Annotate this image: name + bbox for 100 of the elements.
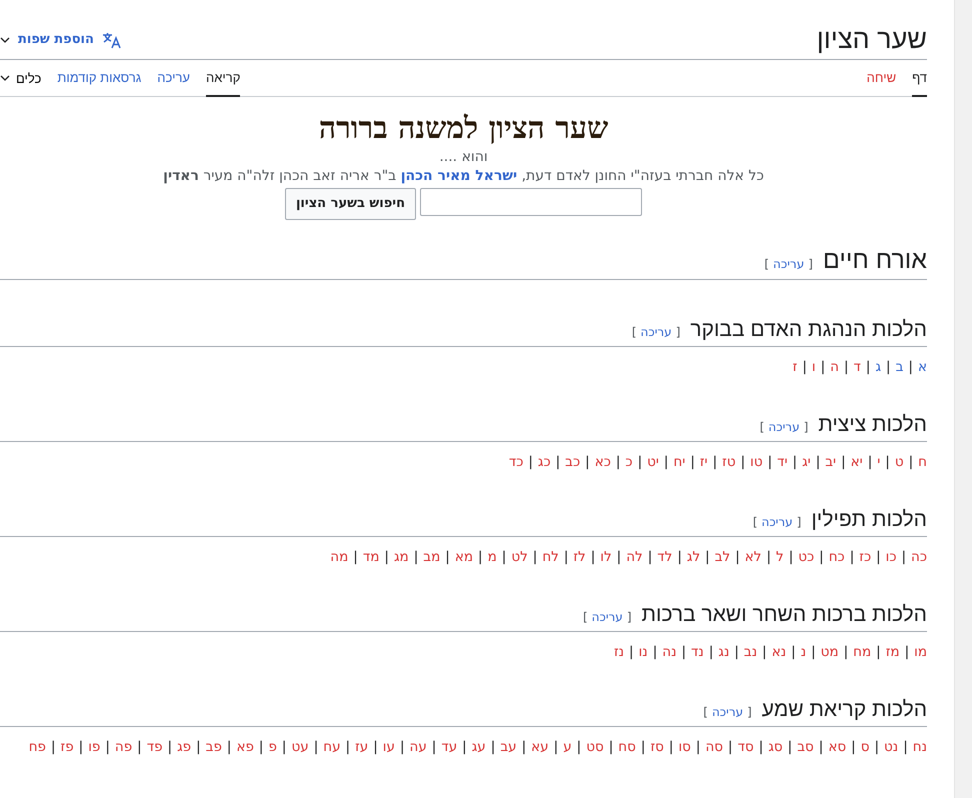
page-tab[interactable]: דף xyxy=(912,60,927,97)
chapter-link[interactable]: מח xyxy=(853,644,872,660)
author-link[interactable]: ישראל מאיר הכהן xyxy=(400,168,518,184)
chapter-link[interactable]: עה xyxy=(410,738,427,755)
edit-link[interactable]: עריכה xyxy=(768,420,800,434)
chapter-link[interactable]: כג xyxy=(538,454,551,470)
chapter-link[interactable]: עז xyxy=(355,738,368,755)
edit-link[interactable]: עריכה xyxy=(592,610,623,624)
chapter-link[interactable]: טו xyxy=(750,454,763,470)
chapter-link[interactable]: לא xyxy=(744,548,762,565)
chapter-link[interactable]: עא xyxy=(531,738,549,755)
chapter-link[interactable]: סז xyxy=(650,738,664,755)
chapter-link[interactable]: פג xyxy=(177,738,192,755)
chapter-link[interactable]: יא xyxy=(850,454,863,470)
chapter-link[interactable]: י xyxy=(877,454,880,470)
add-languages-button[interactable]: הוספת שפות xyxy=(0,30,122,48)
chapter-link[interactable]: כד xyxy=(508,454,524,470)
page-tab[interactable]: שיחה xyxy=(866,60,896,97)
chapter-link[interactable]: ג xyxy=(875,358,882,375)
chapter-link[interactable]: ע xyxy=(563,738,572,755)
chapter-link[interactable]: לז xyxy=(573,548,586,565)
chapter-link[interactable]: פה xyxy=(114,738,132,755)
chapter-link[interactable]: עד xyxy=(441,738,458,755)
chapter-link[interactable]: כב xyxy=(565,454,580,470)
chapter-link[interactable]: כט xyxy=(798,548,814,565)
chapter-link[interactable]: יב xyxy=(825,454,836,470)
chapter-link[interactable]: ו xyxy=(812,358,816,375)
edit-link[interactable]: עריכה xyxy=(773,256,804,271)
chapter-link[interactable]: עב xyxy=(500,738,517,755)
chapter-link[interactable]: נה xyxy=(662,644,676,660)
chapter-link[interactable]: כא xyxy=(594,454,611,470)
chapter-link[interactable]: ס xyxy=(860,738,870,755)
chapter-link[interactable]: נז xyxy=(614,644,624,660)
chapter-link[interactable]: ל xyxy=(776,548,784,565)
chapter-link[interactable]: ז xyxy=(792,358,798,375)
chapter-link[interactable]: לט xyxy=(511,548,528,565)
view-tab[interactable]: קריאה xyxy=(206,60,240,97)
view-tab[interactable]: גרסאות קודמות xyxy=(57,60,142,97)
edit-link[interactable]: עריכה xyxy=(762,514,793,529)
chapter-link[interactable]: כ xyxy=(625,454,633,470)
chapter-link[interactable]: נ xyxy=(800,644,806,660)
chapter-link[interactable]: יד xyxy=(777,454,788,470)
chapter-link[interactable]: סט xyxy=(586,738,604,755)
chapter-link[interactable]: סו xyxy=(678,738,691,755)
chapter-link[interactable]: מב xyxy=(423,548,440,565)
search-button[interactable]: חיפוש בשער הציון xyxy=(284,188,416,220)
chapter-link[interactable]: סה xyxy=(705,738,724,755)
chapter-link[interactable]: יז xyxy=(700,454,708,470)
tools-menu[interactable]: כלים xyxy=(0,60,42,96)
chapter-link[interactable]: נג xyxy=(718,644,730,660)
chapter-link[interactable]: עג xyxy=(472,738,486,755)
chapter-link[interactable]: יט xyxy=(647,454,659,470)
chapter-link[interactable]: לח xyxy=(542,548,559,565)
chapter-link[interactable]: מד xyxy=(362,548,380,565)
chapter-link[interactable]: עט xyxy=(291,738,309,755)
chapter-link[interactable]: מה xyxy=(330,548,348,565)
chapter-link[interactable]: ט xyxy=(894,454,904,470)
chapter-link[interactable]: ב xyxy=(896,358,904,375)
chapter-link[interactable]: לו xyxy=(600,548,612,565)
chapter-link[interactable]: נב xyxy=(744,644,758,660)
chapter-link[interactable]: א xyxy=(918,358,927,375)
chapter-link[interactable]: כו xyxy=(886,548,896,565)
chapter-link[interactable]: פו xyxy=(88,738,100,755)
chapter-link[interactable]: ד xyxy=(854,358,861,375)
chapter-link[interactable]: עח xyxy=(323,738,341,755)
chapter-link[interactable]: מג xyxy=(394,548,409,565)
chapter-link[interactable]: כה xyxy=(911,548,927,565)
chapter-link[interactable]: פב xyxy=(206,738,222,755)
chapter-link[interactable]: פז xyxy=(60,738,74,755)
chapter-link[interactable]: מז xyxy=(886,644,900,660)
chapter-link[interactable]: טז xyxy=(722,454,736,470)
chapter-link[interactable]: עו xyxy=(382,738,395,755)
chapter-link[interactable]: מט xyxy=(820,644,839,660)
chapter-link[interactable]: נט xyxy=(884,738,898,755)
scrollbar[interactable] xyxy=(954,0,972,798)
chapter-link[interactable]: פ xyxy=(268,738,277,755)
chapter-link[interactable]: נו xyxy=(638,644,648,660)
chapter-link[interactable]: סח xyxy=(618,738,636,755)
chapter-link[interactable]: סב xyxy=(797,738,814,755)
chapter-link[interactable]: לג xyxy=(686,548,700,565)
chapter-link[interactable]: יח xyxy=(673,454,686,470)
chapter-link[interactable]: מו xyxy=(914,644,927,660)
chapter-link[interactable]: פד xyxy=(146,738,163,755)
chapter-link[interactable]: פא xyxy=(236,738,254,755)
view-tab[interactable]: עריכה xyxy=(157,60,190,97)
edit-link[interactable]: עריכה xyxy=(640,324,672,339)
chapter-link[interactable]: פח xyxy=(28,738,46,755)
chapter-link[interactable]: ח xyxy=(918,454,927,470)
chapter-link[interactable]: לד xyxy=(657,548,672,565)
chapter-link[interactable]: נא xyxy=(772,644,786,660)
chapter-link[interactable]: מא xyxy=(454,548,474,565)
search-field[interactable] xyxy=(420,188,642,216)
chapter-link[interactable]: סד xyxy=(738,738,754,755)
chapter-link[interactable]: כז xyxy=(859,548,872,565)
chapter-link[interactable]: יג xyxy=(802,454,811,470)
chapter-link[interactable]: לה xyxy=(626,548,643,565)
chapter-link[interactable]: נח xyxy=(912,738,927,755)
edit-link[interactable]: עריכה xyxy=(712,704,744,719)
chapter-link[interactable]: לב xyxy=(714,548,730,565)
chapter-link[interactable]: מ xyxy=(488,548,497,565)
